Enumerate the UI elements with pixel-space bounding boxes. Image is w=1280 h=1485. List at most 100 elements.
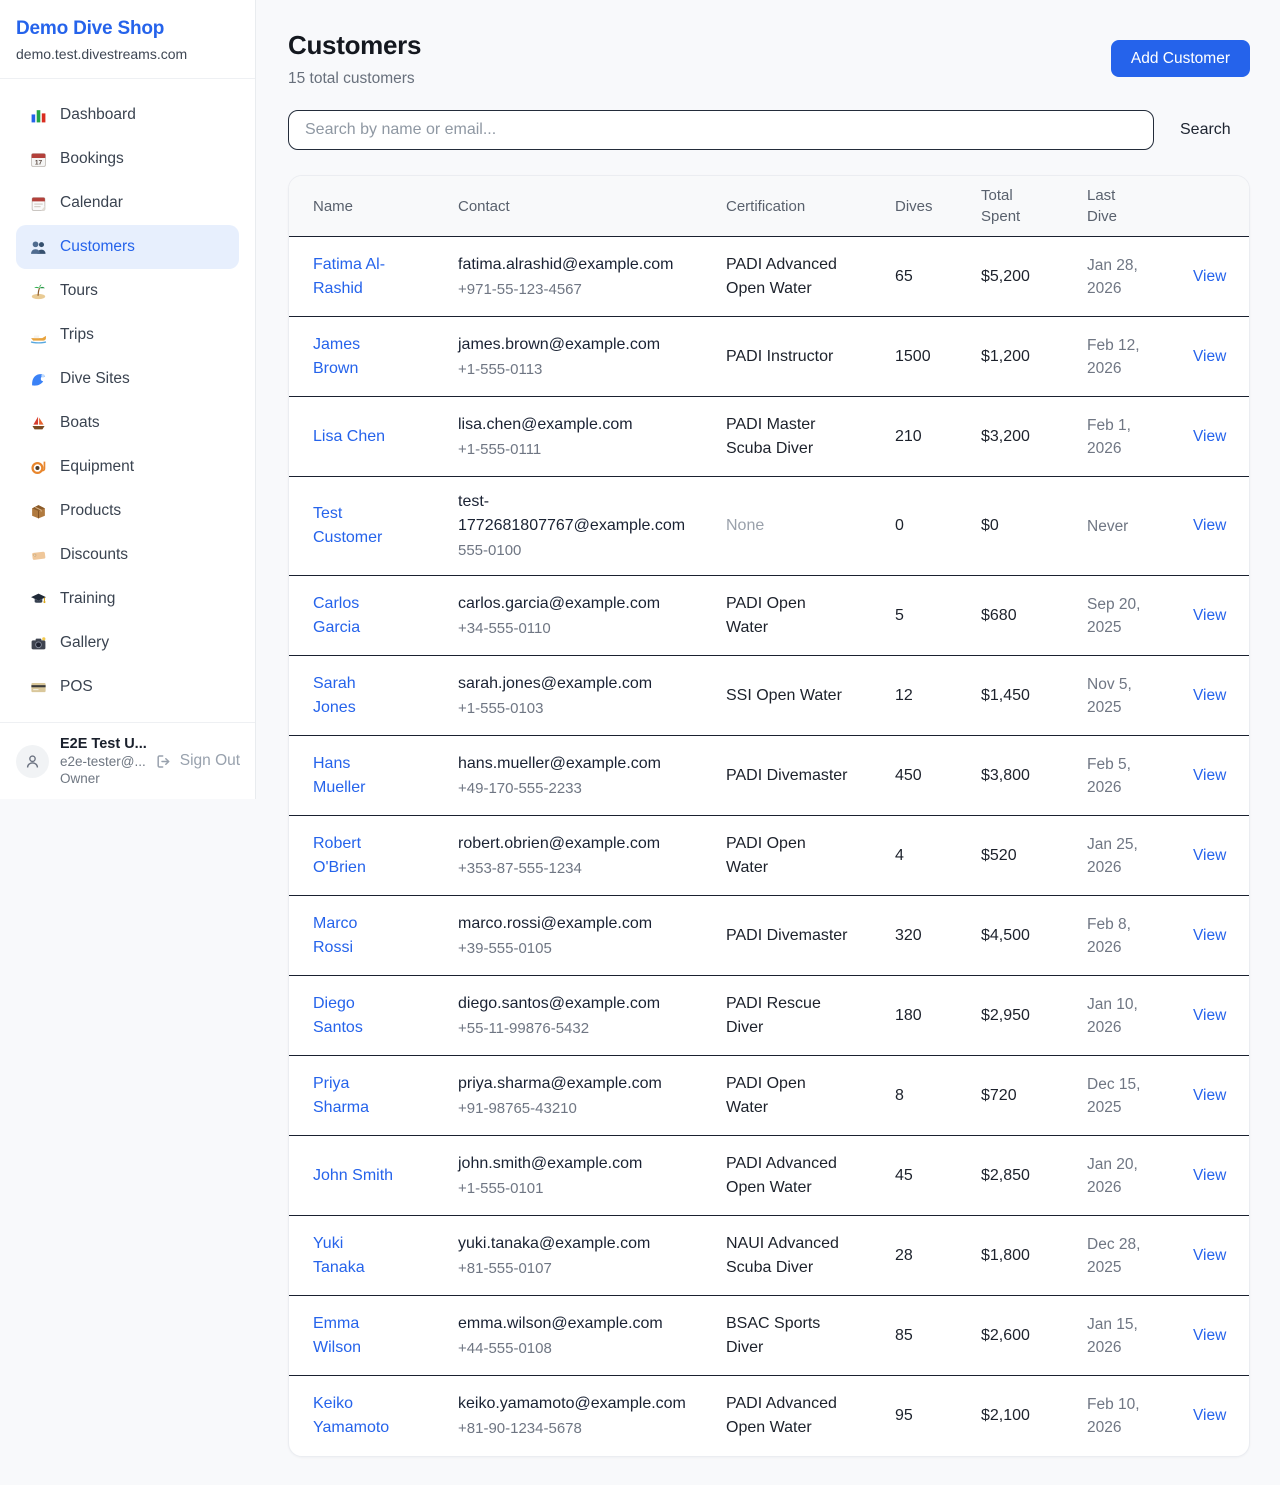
search-button[interactable]: Search <box>1180 121 1231 139</box>
sidebar-item-label: Products <box>60 502 121 520</box>
customer-name-link[interactable]: Diego Santos <box>313 992 394 1040</box>
sidebar-item-customers[interactable]: Customers <box>16 225 239 269</box>
sidebar-item-boats[interactable]: Boats <box>16 401 239 445</box>
customer-certification: PADI Advanced Open Water <box>726 1392 848 1440</box>
sidebar-item-label: Training <box>60 590 115 608</box>
sidebar-item-tours[interactable]: Tours <box>16 269 239 313</box>
sidebar-item-products[interactable]: Products <box>16 489 239 533</box>
customer-name-link[interactable]: Test Customer <box>313 502 394 550</box>
customer-total-spent: $1,200 <box>981 348 1087 366</box>
customer-dives: 95 <box>895 1407 981 1425</box>
customer-email: carlos.garcia@example.com <box>458 592 690 616</box>
sidebar-item-label: Dive Sites <box>60 370 130 388</box>
customer-contact: keiko.yamamoto@example.com+81-90-1234-56… <box>458 1392 726 1440</box>
view-customer-link[interactable]: View <box>1193 268 1226 285</box>
sidebar-item-dive-sites[interactable]: Dive Sites <box>16 357 239 401</box>
customer-name-link[interactable]: Keiko Yamamoto <box>313 1392 394 1440</box>
view-customer-link[interactable]: View <box>1193 1007 1226 1024</box>
credit-card-icon <box>30 679 47 696</box>
customer-last-dive: Feb 12, 2026 <box>1087 334 1151 380</box>
sidebar-item-dashboard[interactable]: Dashboard <box>16 93 239 137</box>
sidebar-item-gallery[interactable]: Gallery <box>16 621 239 665</box>
view-customer-link[interactable]: View <box>1193 517 1226 534</box>
customer-phone: +353-87-555-1234 <box>458 857 690 880</box>
customer-last-dive: Jan 28, 2026 <box>1087 254 1151 300</box>
customer-last-dive: Feb 1, 2026 <box>1087 414 1151 460</box>
view-customer-link[interactable]: View <box>1193 847 1226 864</box>
view-customer-link[interactable]: View <box>1193 687 1226 704</box>
sidebar-item-pos[interactable]: POS <box>16 665 239 709</box>
view-customer-link[interactable]: View <box>1193 1247 1226 1264</box>
customer-certification: PADI Divemaster <box>726 924 848 948</box>
customer-contact: diego.santos@example.com+55-11-99876-543… <box>458 992 726 1040</box>
view-customer-link[interactable]: View <box>1193 348 1226 365</box>
sidebar-item-label: Trips <box>60 326 94 344</box>
customer-phone: +81-90-1234-5678 <box>458 1417 690 1440</box>
sidebar-item-calendar[interactable]: Calendar <box>16 181 239 225</box>
customer-dives: 1500 <box>895 348 981 366</box>
view-customer-link[interactable]: View <box>1193 428 1226 445</box>
customer-name-link[interactable]: Robert O'Brien <box>313 832 394 880</box>
customer-count: 15 total customers <box>288 70 421 88</box>
customer-name-link[interactable]: John Smith <box>313 1164 394 1188</box>
customer-name-link[interactable]: Priya Sharma <box>313 1072 394 1120</box>
user-email: e2e-tester@... <box>60 754 147 769</box>
customer-name-link[interactable]: Emma Wilson <box>313 1312 394 1360</box>
table-row: Hans Mueller hans.mueller@example.com+49… <box>289 736 1249 816</box>
view-customer-link[interactable]: View <box>1193 1327 1226 1344</box>
view-customer-link[interactable]: View <box>1193 767 1226 784</box>
customer-name-link[interactable]: Lisa Chen <box>313 425 394 449</box>
table-row: Emma Wilson emma.wilson@example.com+44-5… <box>289 1296 1249 1376</box>
search-row: Search <box>288 110 1250 150</box>
customer-phone: +1-555-0101 <box>458 1177 690 1200</box>
customer-dives: 4 <box>895 847 981 865</box>
customer-name-link[interactable]: Sarah Jones <box>313 672 394 720</box>
customer-name-link[interactable]: Fatima Al-Rashid <box>313 253 394 301</box>
sign-out-button[interactable]: Sign Out <box>155 752 240 770</box>
view-customer-link[interactable]: View <box>1193 1087 1226 1104</box>
table-row: Diego Santos diego.santos@example.com+55… <box>289 976 1249 1056</box>
user-name: E2E Test U... <box>60 736 147 752</box>
view-customer-link[interactable]: View <box>1193 1167 1226 1184</box>
search-input[interactable] <box>288 110 1154 150</box>
table-row: Fatima Al-Rashid fatima.alrashid@example… <box>289 237 1249 317</box>
tag-icon <box>30 547 47 564</box>
view-customer-link[interactable]: View <box>1193 1407 1226 1424</box>
sidebar-item-discounts[interactable]: Discounts <box>16 533 239 577</box>
customer-last-dive: Nov 5, 2025 <box>1087 673 1151 719</box>
customer-total-spent: $2,600 <box>981 1327 1087 1345</box>
customer-name-link[interactable]: James Brown <box>313 333 394 381</box>
customer-total-spent: $3,200 <box>981 428 1087 446</box>
customer-contact: test-1772681807767@example.com555-0100 <box>458 490 726 562</box>
view-customer-link[interactable]: View <box>1193 607 1226 624</box>
sign-out-label: Sign Out <box>180 752 240 770</box>
sidebar-item-label: Boats <box>60 414 100 432</box>
customer-email: test-1772681807767@example.com <box>458 490 690 538</box>
customer-name-link[interactable]: Carlos Garcia <box>313 592 394 640</box>
customer-phone: +55-11-99876-5432 <box>458 1017 690 1040</box>
table-row: Priya Sharma priya.sharma@example.com+91… <box>289 1056 1249 1136</box>
sidebar-item-training[interactable]: Training <box>16 577 239 621</box>
table-row: Carlos Garcia carlos.garcia@example.com+… <box>289 576 1249 656</box>
sidebar-item-trips[interactable]: Trips <box>16 313 239 357</box>
sidebar-item-bookings[interactable]: 17 Bookings <box>16 137 239 181</box>
add-customer-button[interactable]: Add Customer <box>1111 40 1250 77</box>
customer-name-link[interactable]: Marco Rossi <box>313 912 394 960</box>
sidebar-item-label: Equipment <box>60 458 134 476</box>
customer-email: sarah.jones@example.com <box>458 672 690 696</box>
customer-phone: +1-555-0103 <box>458 697 690 720</box>
shop-name: Demo Dive Shop <box>16 18 239 40</box>
table-row: Robert O'Brien robert.obrien@example.com… <box>289 816 1249 896</box>
bar-chart-icon <box>30 107 47 124</box>
customer-name-link[interactable]: Hans Mueller <box>313 752 394 800</box>
customer-certification: PADI Divemaster <box>726 764 848 788</box>
table-row: Yuki Tanaka yuki.tanaka@example.com+81-5… <box>289 1216 1249 1296</box>
svg-text:17: 17 <box>35 159 43 166</box>
diving-mask-icon <box>30 459 47 476</box>
customers-table: Name Contact Certification Dives Total S… <box>288 175 1250 1457</box>
customer-name-link[interactable]: Yuki Tanaka <box>313 1232 394 1280</box>
sailboat-icon <box>30 415 47 432</box>
sidebar-item-equipment[interactable]: Equipment <box>16 445 239 489</box>
user-info: E2E Test U... e2e-tester@... Owner <box>60 736 147 786</box>
view-customer-link[interactable]: View <box>1193 927 1226 944</box>
